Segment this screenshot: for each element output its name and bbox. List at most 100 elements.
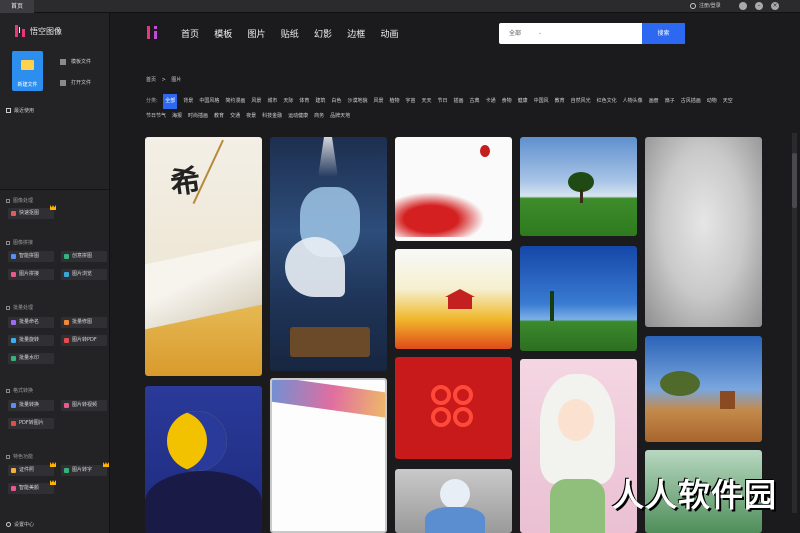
nav-image[interactable]: 图片	[248, 27, 266, 40]
category-item[interactable]: 白色	[331, 94, 341, 109]
image-card-tiananmen[interactable]	[395, 137, 512, 241]
category-item[interactable]: 简约漫画	[225, 94, 245, 109]
category-item[interactable]: 红色文化	[597, 94, 617, 109]
scrollbar-thumb[interactable]	[792, 153, 797, 208]
vip-crown-icon	[103, 462, 109, 467]
section-icon	[6, 305, 10, 310]
tool-image-browse[interactable]: 图片浏览	[61, 269, 107, 280]
category-item[interactable]: 动物	[707, 94, 717, 109]
category-item[interactable]: 时尚插画	[188, 109, 208, 124]
category-item[interactable]: 沙漠地貌	[347, 94, 367, 109]
category-item[interactable]: 品牌天地	[330, 109, 350, 124]
brand-logo[interactable]	[145, 24, 161, 41]
template-file-button[interactable]: 模板文件	[60, 58, 91, 65]
image-card-great-wall[interactable]	[395, 249, 512, 349]
category-item[interactable]: 自然风光	[571, 94, 591, 109]
tool-quick-cutout[interactable]: 快速抠图	[8, 208, 54, 219]
category-item[interactable]: 植物	[389, 94, 399, 109]
new-file-button[interactable]: 新建文件	[12, 51, 43, 91]
category-item[interactable]: 商务	[314, 109, 324, 124]
stitch-icon	[11, 272, 16, 277]
category-item[interactable]: 天空	[723, 94, 733, 109]
category-item[interactable]: 风景	[373, 94, 383, 109]
category-item[interactable]: 科技金融	[262, 109, 282, 124]
category-item[interactable]: 健康	[518, 94, 528, 109]
tool-pdf-to-image[interactable]: PDF转图片	[8, 418, 54, 429]
tool-batch-rotate[interactable]: 批量旋转	[8, 335, 54, 346]
nav-phantom[interactable]: 幻影	[314, 27, 332, 40]
search-button[interactable]: 搜索	[642, 23, 685, 44]
tool-batch-rename[interactable]: 批量命名	[8, 317, 54, 328]
image-card-moon-night[interactable]	[145, 386, 262, 533]
category-item[interactable]: 风景	[251, 94, 261, 109]
nav-home[interactable]: 首页	[181, 27, 199, 40]
category-item[interactable]: 宇宙	[405, 94, 415, 109]
tool-image-stitch[interactable]: 图片拼接	[8, 269, 54, 280]
tool-batch-watermark[interactable]: 批量水印	[8, 353, 54, 364]
login-link[interactable]: 注册/登录	[690, 0, 721, 13]
category-item[interactable]: 体育	[299, 94, 309, 109]
tool-smart-collage[interactable]: 智能拼图	[8, 251, 54, 262]
category-item[interactable]: 运动健康	[288, 109, 308, 124]
image-card-doctor[interactable]	[395, 469, 512, 533]
image-card-tree-meadow[interactable]	[520, 137, 637, 236]
tab-home[interactable]: 首页	[0, 0, 34, 13]
image-card-red-festive[interactable]	[395, 357, 512, 459]
image-card-grey-texture[interactable]	[645, 137, 762, 327]
nav-animation[interactable]: 动画	[381, 27, 399, 40]
category-item[interactable]: 城市	[267, 94, 277, 109]
id-photo-icon	[11, 468, 16, 473]
category-item[interactable]: 教育	[555, 94, 565, 109]
tool-image-to-text[interactable]: 图片转字	[61, 465, 107, 476]
category-item[interactable]: 节日	[438, 94, 448, 109]
category-item[interactable]: 天际	[283, 94, 293, 109]
category-item[interactable]: 交通	[230, 109, 240, 124]
tool-id-photo[interactable]: 证件照	[8, 465, 54, 476]
category-item[interactable]: 插画	[454, 94, 464, 109]
minimize-icon[interactable]: –	[755, 2, 763, 10]
category-item[interactable]: 扇子	[665, 94, 675, 109]
image-card-autumn[interactable]: 希	[145, 137, 262, 376]
close-icon[interactable]: ×	[771, 2, 779, 10]
nav-template[interactable]: 模板	[214, 27, 232, 40]
category-item[interactable]: 背景	[183, 94, 193, 109]
category-item[interactable]: 中国风格	[199, 94, 219, 109]
tool-creative-collage[interactable]: 创意拼图	[61, 251, 107, 262]
image-card-desert-tree[interactable]	[645, 336, 762, 442]
tool-image-to-video[interactable]: 图片转视频	[61, 400, 107, 411]
category-item[interactable]: 卡通	[486, 94, 496, 109]
tool-smart-beauty[interactable]: 智能美颜	[8, 483, 54, 494]
open-file-button[interactable]: 打开文件	[60, 79, 91, 86]
category-item[interactable]: 教育	[214, 109, 224, 124]
image-card-blue-sky[interactable]	[520, 246, 637, 351]
category-item[interactable]: 人物头像	[623, 94, 643, 109]
category-item[interactable]: 画册	[649, 94, 659, 109]
settings-icon[interactable]	[739, 2, 747, 10]
vip-crown-icon	[50, 480, 56, 485]
search-category-select[interactable]: 全部	[509, 23, 521, 44]
recent-button[interactable]: 最近使用	[6, 107, 34, 114]
category-item[interactable]: 中国风	[534, 94, 549, 109]
category-item[interactable]: 全部	[163, 94, 178, 109]
category-item[interactable]: 古风插画	[681, 94, 701, 109]
scrollbar[interactable]	[792, 133, 797, 513]
breadcrumb-home[interactable]: 首页	[146, 77, 156, 83]
image-card-girl-fish[interactable]	[270, 137, 387, 371]
image-card-ribbon-frame[interactable]	[270, 378, 387, 533]
category-item[interactable]: 建筑	[315, 94, 325, 109]
rotate-icon	[11, 338, 16, 343]
category-item[interactable]: 古典	[470, 94, 480, 109]
collage-icon	[11, 254, 16, 259]
chevron-down-icon[interactable]: ⌄	[538, 23, 542, 44]
tool-batch-convert[interactable]: 批量转换	[8, 400, 54, 411]
settings-center-button[interactable]: 设置中心	[6, 521, 34, 528]
category-item[interactable]: 食物	[502, 94, 512, 109]
category-item[interactable]: 夜景	[246, 109, 256, 124]
tool-image-to-pdf[interactable]: 图片转PDF	[61, 335, 107, 346]
category-item[interactable]: 节日节气	[146, 109, 166, 124]
category-item[interactable]: 海报	[172, 109, 182, 124]
category-item[interactable]: 天天	[422, 94, 432, 109]
tool-batch-edit[interactable]: 批量修图	[61, 317, 107, 328]
nav-sticker[interactable]: 贴纸	[281, 27, 299, 40]
nav-border[interactable]: 边框	[347, 27, 365, 40]
